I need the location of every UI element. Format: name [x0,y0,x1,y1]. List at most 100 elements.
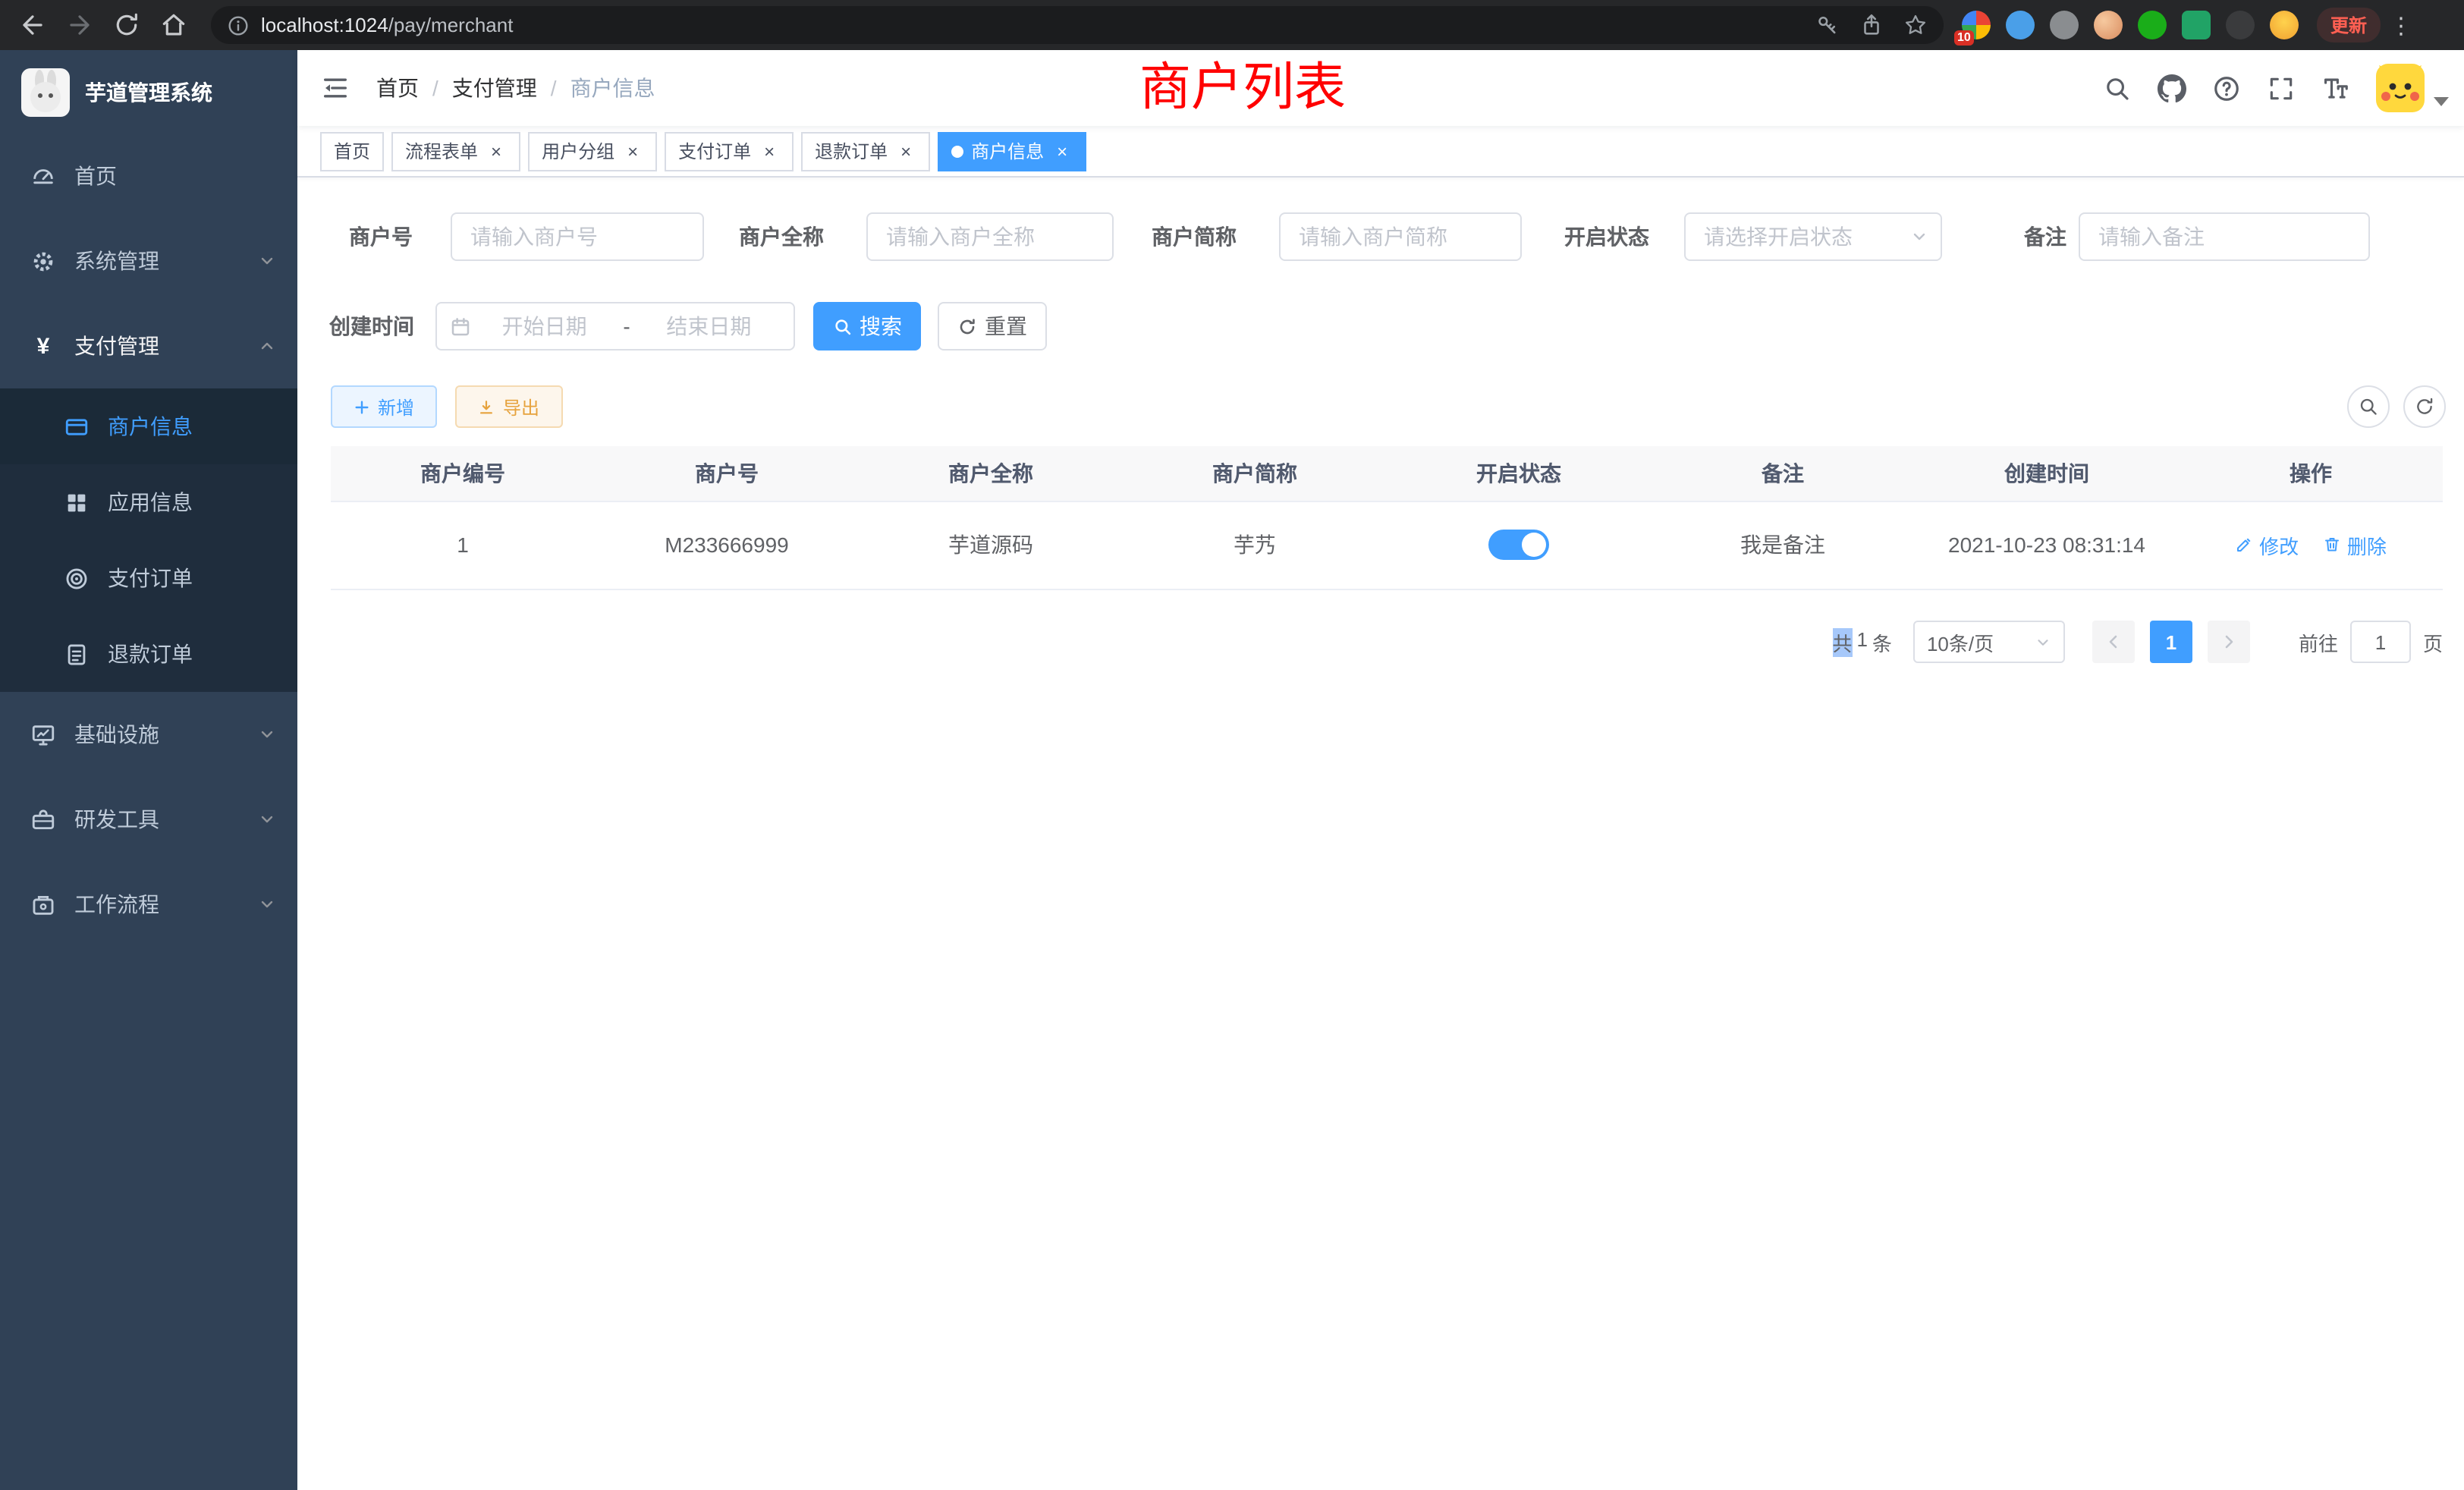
page-size-select[interactable]: 10条/页 [1913,621,2065,663]
table-header-row: 商户编号 商户号 商户全称 商户简称 开启状态 备注 创建时间 操作 [331,446,2443,501]
close-icon[interactable]: × [895,140,916,162]
browser-menu-icon[interactable]: ⋮ [2390,11,2412,39]
toggle-search-button[interactable] [2347,385,2390,428]
password-key-icon[interactable] [1815,12,1840,38]
tab-label: 退款订单 [815,138,888,164]
back-icon[interactable] [18,11,47,39]
extension-gray-icon[interactable] [2050,11,2079,39]
page-size-value: 10条/页 [1927,627,1994,656]
page-number-button[interactable]: 1 [2150,621,2192,663]
github-icon[interactable] [2158,74,2186,102]
search-button[interactable]: 搜索 [813,302,921,350]
sidebar-item-infra[interactable]: 基础设施 [0,692,297,777]
tab-pay-order[interactable]: 支付订单× [665,131,794,171]
app-logo[interactable]: 芋道管理系统 [0,50,297,134]
edit-button[interactable]: 修改 [2235,530,2299,559]
tab-user-group[interactable]: 用户分组× [528,131,657,171]
extension-orange-face-icon[interactable] [2270,11,2299,39]
close-icon[interactable]: × [1051,140,1073,162]
tab-merchant-info[interactable]: 商户信息× [938,131,1086,171]
create-time-range-picker[interactable]: 开始日期 - 结束日期 [435,302,795,350]
column-header: 商户全称 [859,446,1123,501]
next-page-button[interactable] [2208,621,2250,663]
tab-refund-order[interactable]: 退款订单 × [801,131,930,171]
yen-icon: ¥ [30,333,56,359]
breadcrumb-item-payment[interactable]: 支付管理 [452,73,537,103]
extension-green-circle-icon[interactable] [2138,11,2167,39]
page-info-icon[interactable] [226,13,250,37]
extension-green-doc-icon[interactable] [2182,11,2211,39]
sidebar-item-system[interactable]: 系统管理 [0,218,297,303]
caret-down-icon [2434,97,2449,106]
search-icon[interactable] [2103,74,2132,102]
tab-process-form[interactable]: 流程表单× [391,131,520,171]
reload-icon[interactable] [112,11,141,39]
home-icon[interactable] [159,11,188,39]
reset-button-label: 重置 [985,311,1027,341]
full-name-input[interactable] [866,212,1114,261]
total-count: 1 [1856,627,1867,656]
sidebar-item-workflow[interactable]: 工作流程 [0,862,297,947]
add-button[interactable]: 新增 [331,385,437,428]
search-icon [2358,396,2379,417]
menu-label: 系统管理 [74,246,159,276]
browser-toolbar: localhost:1024/pay/merchant 10 更新 ⋮ [0,0,2464,50]
prev-page-button[interactable] [2092,621,2135,663]
extension-badge: 10 [1954,30,1974,46]
extension-blue-icon[interactable] [2006,11,2035,39]
sidebar-item-pay-order[interactable]: 支付订单 [0,540,297,616]
chevron-down-icon [258,252,276,270]
delete-button[interactable]: 删除 [2323,530,2387,559]
goto-page-input[interactable] [2350,621,2411,663]
tab-home[interactable]: 首页 [320,131,384,171]
close-icon[interactable]: × [759,140,780,162]
refresh-table-button[interactable] [2403,385,2446,428]
add-button-label: 新增 [378,394,414,420]
user-menu[interactable] [2376,64,2449,112]
sidebar-item-payment[interactable]: ¥ 支付管理 [0,303,297,388]
chrome-update-button[interactable]: 更新 [2317,8,2381,42]
breadcrumb-item-home[interactable]: 首页 [376,73,419,103]
app-title: 芋道管理系统 [85,77,212,107]
close-icon[interactable]: × [622,140,643,162]
sidebar-item-app-info[interactable]: 应用信息 [0,464,297,540]
workflow-box-icon [30,891,56,917]
hamburger-icon[interactable] [320,73,350,103]
font-size-icon[interactable] [2321,74,2350,102]
help-icon[interactable] [2212,74,2241,102]
navbar-tools [2103,50,2449,126]
reset-button[interactable]: 重置 [938,302,1047,350]
download-icon [479,398,495,415]
chevron-up-icon [258,337,276,355]
share-icon[interactable] [1859,12,1884,38]
column-header: 商户号 [595,446,859,501]
url-bar[interactable]: localhost:1024/pay/merchant [211,6,1944,44]
cell-merchant-no: M233666999 [595,501,859,589]
bookmark-star-icon[interactable] [1903,12,1928,38]
edit-pencil-icon [2235,536,2253,554]
forward-icon[interactable] [65,11,94,39]
extension-puzzle-icon[interactable]: 10 [1962,11,1991,39]
short-name-input[interactable] [1279,212,1522,261]
active-dot [951,145,963,157]
sidebar-item-merchant-info[interactable]: 商户信息 [0,388,297,464]
status-select[interactable]: 请选择开启状态 [1684,212,1942,261]
column-header: 操作 [2179,446,2443,501]
close-icon[interactable]: × [486,140,507,162]
merchant-no-input[interactable] [451,212,704,261]
column-header: 商户简称 [1123,446,1387,501]
export-button[interactable]: 导出 [455,385,563,428]
url-host: localhost:1024 [261,14,388,36]
cell-create-time: 2021-10-23 08:31:14 [1915,501,2179,589]
menu-label: 基础设施 [74,719,159,750]
status-toggle[interactable] [1488,530,1549,560]
remark-input[interactable] [2079,212,2370,261]
sidebar-item-home[interactable]: 首页 [0,134,297,218]
sidebar-item-dev-tools[interactable]: 研发工具 [0,777,297,862]
extension-avatar-icon[interactable] [2094,11,2123,39]
extension-dark-icon[interactable] [2226,11,2255,39]
sidebar-item-refund-order[interactable]: 退款订单 [0,616,297,692]
breadcrumb-separator: / [432,76,438,100]
menu-label: 支付管理 [74,331,159,361]
fullscreen-icon[interactable] [2267,74,2296,102]
